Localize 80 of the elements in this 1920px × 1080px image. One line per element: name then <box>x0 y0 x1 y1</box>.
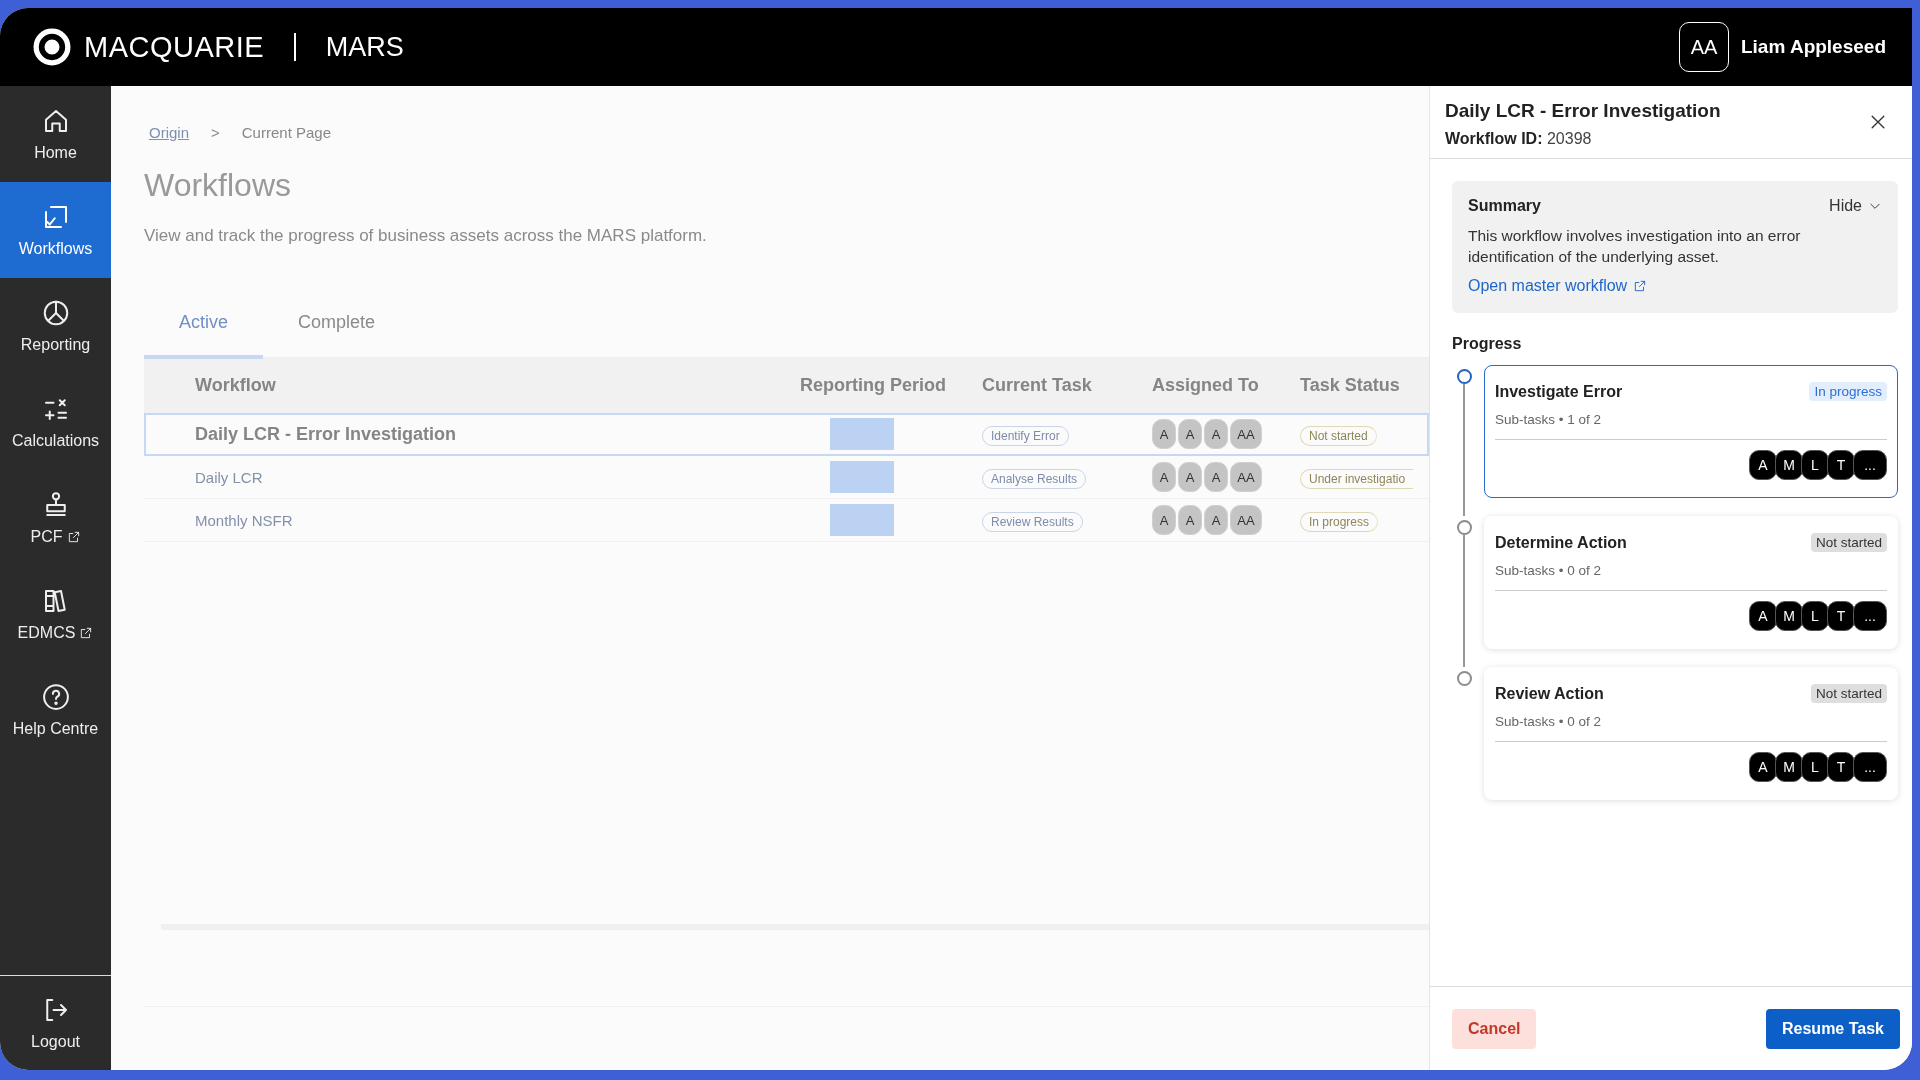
help-icon <box>40 682 71 712</box>
nav-item[interactable]: PCF <box>0 470 111 566</box>
assignee-avatar: T <box>1827 601 1855 631</box>
assignee-avatar: ... <box>1853 752 1887 782</box>
cancel-button[interactable]: Cancel <box>1452 1008 1537 1049</box>
subtasks-count: Sub-tasks • 0 of 2 <box>1495 563 1603 578</box>
period-placeholder <box>830 504 894 536</box>
period-placeholder <box>830 418 894 450</box>
column-header: Current Task <box>981 375 1093 396</box>
assignee-avatar: L <box>1801 601 1829 631</box>
assignee-avatar: A <box>1749 752 1777 782</box>
panel-title: Daily LCR - Error Investigation <box>1445 100 1722 122</box>
task-title: Determine Action <box>1495 533 1627 552</box>
table-row[interactable]: Monthly NSFR Review Results A A A AA In progress <box>144 499 1429 542</box>
status-badge: In progress <box>1809 382 1887 401</box>
assignee-avatar: A <box>1204 505 1228 535</box>
assignee-avatar: A <box>1152 462 1176 492</box>
column-header: Reporting Period <box>799 375 947 396</box>
assignee-avatar: ... <box>1853 450 1887 480</box>
logo-icon <box>32 27 72 67</box>
task-card[interactable]: Review Action Not started Sub-tasks • 0 of 2 A M L T ... <box>1484 667 1898 800</box>
breadcrumb-current: Current Page <box>241 124 331 141</box>
user-avatar[interactable]: AA <box>1679 22 1729 72</box>
task-title: Review Action <box>1495 684 1604 703</box>
task-title: Investigate Error <box>1495 382 1623 401</box>
assignee-avatar: M <box>1775 450 1803 480</box>
assignee-avatar: A <box>1204 419 1228 449</box>
assignee-avatar: A <box>1178 419 1202 449</box>
workflow-name: Daily LCR - Error Investigation <box>194 423 458 445</box>
nav-item[interactable]: Home <box>0 86 111 182</box>
assignee-avatar: A <box>1749 450 1777 480</box>
assignee-avatar: T <box>1827 450 1855 480</box>
page-subtitle: View and track the progress of business assets across the MARS platform. <box>144 226 708 246</box>
nav-item[interactable]: Workflows <box>0 182 111 278</box>
subtasks-count: Sub-tasks • 1 of 2 <box>1495 412 1603 427</box>
assignee-avatar: L <box>1801 450 1829 480</box>
workflow-name: Daily LCR <box>194 468 264 486</box>
assignee-avatar: AA <box>1230 462 1262 492</box>
workflow-id: Workflow ID: 20398 <box>1445 130 1593 148</box>
resume-task-button[interactable]: Resume Task <box>1766 1008 1900 1049</box>
product-name: MARS <box>325 31 404 63</box>
assignee-avatar: A <box>1152 505 1176 535</box>
assignee-avatar: A <box>1178 505 1202 535</box>
user-name: Liam Appleseed <box>1741 36 1886 58</box>
hide-toggle[interactable]: Hide <box>1829 197 1882 215</box>
task-card[interactable]: Investigate Error In progress Sub-tasks • 1 of 2 A M L T ... <box>1484 365 1898 498</box>
column-header: Assigned To <box>1151 375 1260 396</box>
assignee-avatar: A <box>1749 601 1777 631</box>
nav-item[interactable]: Help Centre <box>0 662 111 758</box>
table-row[interactable]: Daily LCR - Error Investigation Identify Error A A A AA Not started <box>144 413 1429 456</box>
period-placeholder <box>830 461 894 493</box>
nav-item[interactable]: Reporting <box>0 278 111 374</box>
assignee-avatar: AA <box>1230 505 1262 535</box>
master-workflow-link[interactable]: Open master workflow <box>1468 277 1648 295</box>
column-header: Workflow <box>194 375 277 396</box>
page-title: Workflows <box>144 167 292 204</box>
assignee-avatar: M <box>1775 752 1803 782</box>
assignee-avatar: T <box>1827 752 1855 782</box>
status-badge: Not started <box>1810 684 1887 703</box>
assignee-avatar: A <box>1204 462 1228 492</box>
column-header: Task Status <box>1299 375 1401 396</box>
workflow-name: Monthly NSFR <box>194 511 294 529</box>
assignee-avatar: M <box>1775 601 1803 631</box>
table-row[interactable]: Daily LCR Analyse Results A A A AA Under investigatio <box>144 456 1429 499</box>
nav-item[interactable]: Calculations <box>0 374 111 470</box>
progress-heading: Progress <box>1452 335 1523 353</box>
assignee-avatar: A <box>1152 419 1176 449</box>
assignee-avatar: AA <box>1230 419 1262 449</box>
external-link-icon <box>1633 279 1648 293</box>
nav-item[interactable]: EDMCS <box>0 566 111 662</box>
brand-name: MACQUARIE <box>84 30 265 64</box>
summary-text: This workflow involves investigation into an error identification of the underlying asset. <box>1468 226 1802 267</box>
summary-heading: Summary <box>1468 197 1541 215</box>
assignee-avatar: A <box>1178 462 1202 492</box>
task-card[interactable]: Determine Action Not started Sub-tasks • 0 of 2 A M L T ... <box>1484 516 1898 649</box>
assignee-avatar: ... <box>1853 601 1887 631</box>
subtasks-count: Sub-tasks • 0 of 2 <box>1495 714 1603 729</box>
breadcrumb-separator: > <box>211 124 220 141</box>
assignee-avatar: L <box>1801 752 1829 782</box>
status-badge: Not started <box>1810 533 1887 552</box>
